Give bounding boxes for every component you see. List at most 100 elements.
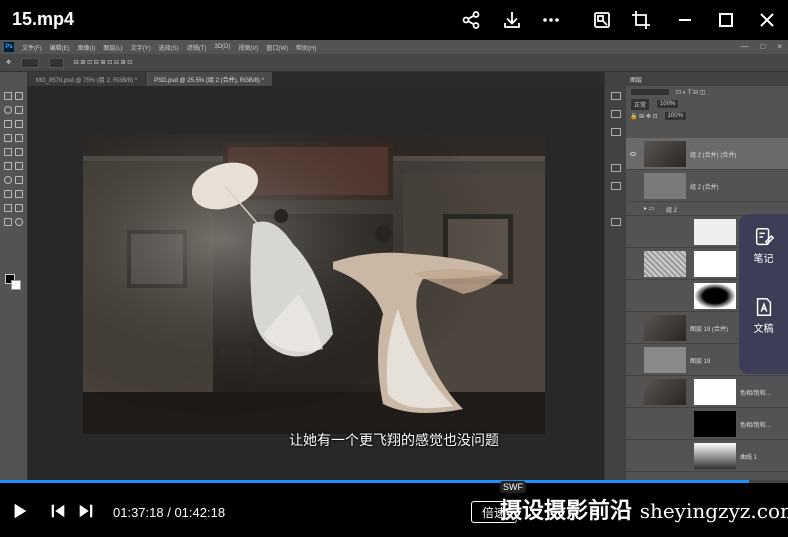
pen-tool-icon <box>4 190 12 198</box>
watermark: 摄设摄影前沿 sheyingzyz.com <box>500 493 788 525</box>
note-button[interactable]: 笔记 <box>739 226 788 265</box>
ps-menu-item: 3D(D) <box>214 44 231 50</box>
ps-document-tabs: MG_8570.psd @ 75% (组 2, RGB/8) * PSD.psd… <box>28 72 273 86</box>
layer-name: 图层 19 <box>690 359 711 365</box>
swf-badge: SWF <box>500 481 526 493</box>
layer-name: 组 2 <box>666 208 678 214</box>
brush-panel-icon <box>611 128 621 136</box>
dodge-tool-icon <box>15 176 23 184</box>
layer-name: 色相/饱和... <box>740 423 771 429</box>
character-panel-icon <box>611 164 621 172</box>
video-subtitle: 让她有一个更飞翔的感觉也没问题 <box>289 432 499 448</box>
doc-button[interactable]: 文稿 <box>739 296 788 335</box>
layer-mask-thumbnail <box>694 251 736 277</box>
ps-window-controls: — □ × <box>740 42 782 51</box>
share-icon[interactable] <box>459 8 483 32</box>
layer-row: 组 2 (合并) <box>626 170 788 202</box>
move-tool-icon <box>4 92 12 100</box>
adjustments-panel-icon <box>611 110 621 118</box>
next-icon[interactable] <box>76 501 96 521</box>
layers-panel-icon <box>611 218 621 226</box>
ps-menu-item: 文件(F) <box>22 45 42 52</box>
ps-menu-bar: Ps 文件(F) 编辑(E) 图像(I) 图层(L) 文字(Y) 选择(S) 滤… <box>0 40 788 54</box>
layer-row: 组 2 (合并) (合并) <box>626 138 788 170</box>
marquee-tool-icon <box>15 92 23 100</box>
layers-filter-row: ⊡ ◐ T ⊟ ◫ <box>626 86 788 98</box>
stamp-tool-icon <box>4 148 12 156</box>
group-option <box>49 57 64 68</box>
history-panel-icon <box>611 92 621 100</box>
note-icon <box>755 228 774 246</box>
watermark-url: sheyingzyz.com <box>639 499 788 523</box>
fill-value: 100% <box>663 111 687 121</box>
time-display: 01:37:18 / 01:42:18 <box>113 505 226 520</box>
watermark-text: 摄设摄影前沿 <box>500 499 633 524</box>
gradient-tool-icon <box>15 162 23 170</box>
note-side-widget: 笔记 文稿 <box>739 214 788 374</box>
maximize-icon[interactable] <box>714 8 738 32</box>
screenshot-icon[interactable] <box>590 8 614 32</box>
magic-wand-icon <box>15 106 23 114</box>
move-tool-icon: ✥ <box>6 60 12 66</box>
canvas-photo <box>83 134 545 434</box>
healing-brush-icon <box>4 134 12 142</box>
eyedropper-icon <box>15 120 23 128</box>
minimize-icon[interactable] <box>673 8 697 32</box>
previous-icon[interactable] <box>48 501 68 521</box>
ps-tab-active: PSD.psd @ 25.5% (组 2 (合并), RGB/8) * <box>146 72 273 86</box>
player-title-bar: 15.mp4 <box>0 0 788 40</box>
blend-mode: 正常 <box>630 97 651 111</box>
text-tool-icon <box>15 190 23 198</box>
ps-menu-item: 文字(Y) <box>130 45 151 52</box>
layer-row: 色相/饱和... <box>626 376 788 408</box>
ps-menu-item: 视图(V) <box>238 45 259 52</box>
play-icon[interactable] <box>10 501 30 521</box>
player-controls: 01:37:18 / 01:42:18 倍速 摄设摄影前沿 sheyingzyz… <box>0 481 788 537</box>
ps-menu-item: 帮助(H) <box>296 45 317 52</box>
layer-thumbnail <box>644 379 686 405</box>
layer-mask-thumbnail <box>694 379 736 405</box>
download-icon[interactable] <box>500 8 524 32</box>
photoshop-logo-icon: Ps <box>4 42 14 52</box>
layer-name: 组 2 (合并) (合并) <box>690 153 737 159</box>
crop-icon[interactable] <box>629 8 653 32</box>
layer-thumbnail <box>644 347 686 373</box>
background-color-swatch <box>11 280 21 290</box>
layer-mask-thumbnail <box>694 283 736 309</box>
ps-canvas <box>28 86 604 480</box>
doc-label: 文稿 <box>753 324 774 335</box>
layer-name: 组 2 (合并) <box>690 185 719 191</box>
ps-menu-item: 窗口(W) <box>266 45 289 52</box>
layer-thumbnail <box>644 251 686 277</box>
ps-mini-panel <box>604 72 626 480</box>
ps-menu-item: 图层(L) <box>103 45 123 52</box>
layer-thumbnail <box>644 173 686 199</box>
layer-name: 图层 19 (合并) <box>690 327 729 333</box>
layers-panel-title: 图层 <box>630 77 643 84</box>
video-frame[interactable]: Ps 文件(F) 编辑(E) 图像(I) 图层(L) 文字(Y) 选择(S) 滤… <box>0 40 788 480</box>
layers-lock-row: 🔒 ⊞ ✥ ⊡ 100% <box>626 110 788 122</box>
close-icon[interactable] <box>755 8 779 32</box>
ps-options-bar: ✥ ⊟ ⊞ ⊡ ⊟ ⊞ ⊡ ⊟ ⊞ ⊡ <box>0 54 788 72</box>
paragraph-panel-icon <box>611 182 621 190</box>
path-select-icon <box>4 204 12 212</box>
layers-blend-row: 正常 100% <box>626 97 788 111</box>
more-icon[interactable] <box>539 8 563 32</box>
layer-mask-thumbnail <box>694 219 736 245</box>
ps-tab: MG_8570.psd @ 75% (组 2, RGB/8) * <box>28 72 147 86</box>
ps-toolbar <box>0 72 28 480</box>
layers-panel-header: 图层 <box>626 72 788 86</box>
layer-name: 色相/饱和... <box>740 391 771 397</box>
brush-tool-icon <box>15 134 23 142</box>
video-title: 15.mp4 <box>12 9 75 29</box>
photo-artwork <box>83 134 545 434</box>
lasso-tool-icon <box>4 106 12 114</box>
align-icons: ⊟ ⊞ ⊡ ⊟ ⊞ ⊡ ⊟ ⊞ ⊡ <box>73 60 133 66</box>
eye-icon <box>630 152 636 156</box>
layer-thumbnail <box>644 315 686 341</box>
zoom-tool-icon <box>15 218 23 226</box>
hand-tool-icon <box>4 218 12 226</box>
ps-menu-item: 图像(I) <box>77 45 96 52</box>
crop-tool-icon <box>4 120 12 128</box>
opacity-value: 100% <box>656 99 680 109</box>
